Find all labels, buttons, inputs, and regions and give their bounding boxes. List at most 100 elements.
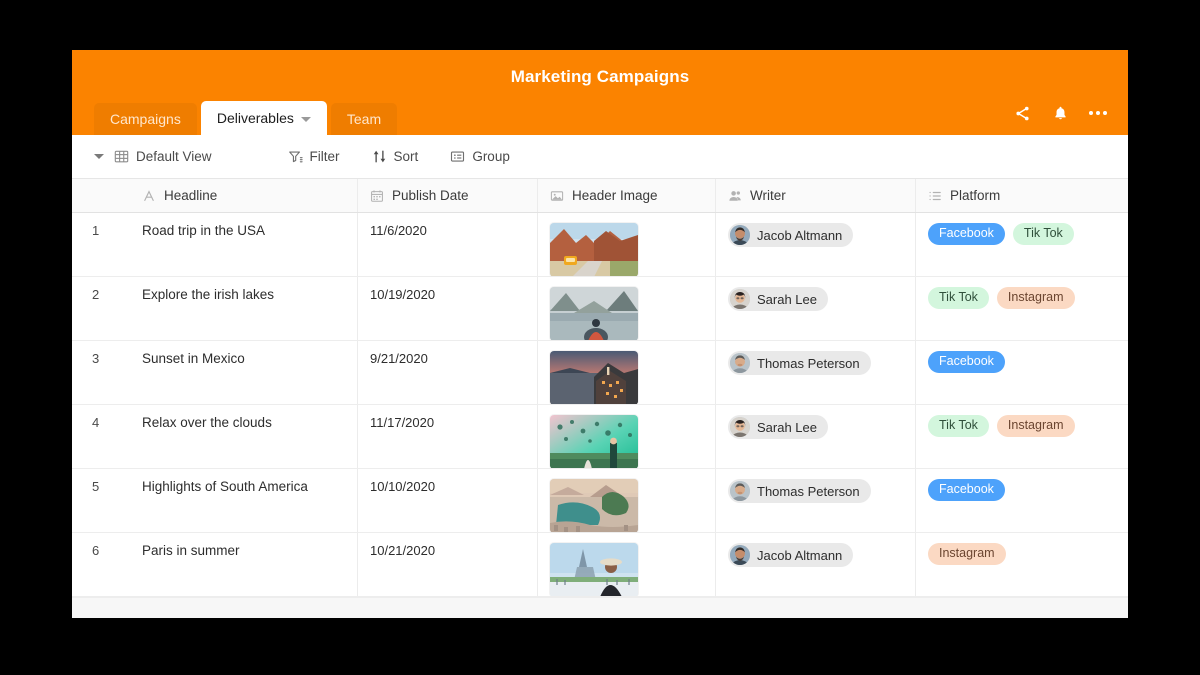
platform-tag-tiktok[interactable]: Tik Tok (928, 287, 989, 309)
platform-tag-instagram[interactable]: Instagram (996, 287, 1075, 309)
row-number-cell: 1 (72, 213, 130, 276)
headline-text: Paris in summer (142, 543, 240, 558)
row-number-cell: 5 (72, 469, 130, 532)
column-header-headline-label: Headline (164, 188, 218, 203)
avatar (730, 353, 750, 373)
header-image-cell[interactable] (538, 213, 716, 276)
header-image-cell[interactable] (538, 341, 716, 404)
group-button[interactable]: Group (444, 145, 516, 168)
row-number-cell: 4 (72, 405, 130, 468)
publish-date-text: 11/6/2020 (370, 223, 427, 238)
platform-tag-list: Tik Tok Instagram (928, 287, 1075, 309)
platform-cell[interactable]: Facebook (916, 341, 1128, 404)
writer-name: Thomas Peterson (757, 483, 860, 499)
publish-date-cell[interactable]: 10/21/2020 (358, 533, 538, 596)
column-header-platform[interactable]: Platform (916, 179, 1128, 212)
platform-tag-tiktok[interactable]: Tik Tok (928, 415, 989, 437)
avatar (730, 417, 750, 437)
column-header-header-image[interactable]: Header Image (538, 179, 716, 212)
table-row[interactable]: 3 Sunset in Mexico 9/21/2020 Thomas Peters… (72, 341, 1128, 405)
row-number: 1 (92, 223, 100, 238)
tab-deliverables[interactable]: Deliverables (200, 101, 327, 135)
column-header-writer-label: Writer (750, 188, 786, 203)
thumbnail-rio-bay-aerial[interactable] (550, 479, 638, 532)
headline-cell[interactable]: Sunset in Mexico (130, 341, 358, 404)
column-header-publish-date[interactable]: Publish Date (358, 179, 538, 212)
platform-tag-tiktok[interactable]: Tik Tok (1012, 223, 1074, 245)
publish-date-cell[interactable]: 11/17/2020 (358, 405, 538, 468)
header-image-cell[interactable] (538, 405, 716, 468)
writer-cell[interactable]: Sarah Lee (716, 405, 916, 468)
writer-cell[interactable]: Sarah Lee (716, 277, 916, 340)
platform-tag-list: Instagram (928, 543, 1006, 565)
headline-text: Sunset in Mexico (142, 351, 245, 366)
thumbnail-road-trip-canyon-van[interactable] (550, 223, 638, 276)
chevron-down-icon[interactable] (300, 116, 311, 122)
writer-chip[interactable]: Jacob Altmann (728, 543, 854, 567)
grid-footer (72, 597, 1128, 618)
column-header-headline[interactable]: Headline (130, 179, 358, 212)
view-selector[interactable]: Default View (88, 145, 218, 168)
platform-cell[interactable]: Facebook Tik Tok (916, 213, 1128, 276)
thumbnail-balloons-field-couple[interactable] (550, 415, 638, 468)
header-image-cell[interactable] (538, 533, 716, 596)
platform-cell[interactable]: Facebook (916, 469, 1128, 532)
platform-cell[interactable]: Tik Tok Instagram (916, 405, 1128, 468)
table-row[interactable]: 2 Explore the irish lakes 10/19/2020 Sarah… (72, 277, 1128, 341)
filter-button[interactable]: Filter (282, 145, 346, 168)
share-icon[interactable] (1012, 103, 1032, 123)
writer-cell[interactable]: Jacob Altmann (716, 533, 916, 596)
table-row[interactable]: 6 Paris in summer 10/21/2020 Jacob Altmann… (72, 533, 1128, 597)
column-header-writer[interactable]: Writer (716, 179, 916, 212)
platform-tag-facebook[interactable]: Facebook (928, 223, 1005, 245)
tab-team[interactable]: Team (330, 103, 398, 135)
publish-date-cell[interactable]: 10/10/2020 (358, 469, 538, 532)
platform-tag-instagram[interactable]: Instagram (928, 543, 1006, 565)
writer-chip[interactable]: Jacob Altmann (728, 223, 854, 247)
platform-cell[interactable]: Instagram (916, 533, 1128, 596)
headline-cell[interactable]: Paris in summer (130, 533, 358, 596)
notifications-icon[interactable] (1050, 103, 1070, 123)
thumbnail-lake-mountains-hiker[interactable] (550, 287, 638, 340)
writer-name: Sarah Lee (757, 419, 817, 435)
headline-cell[interactable]: Relax over the clouds (130, 405, 358, 468)
headline-cell[interactable]: Road trip in the USA (130, 213, 358, 276)
writer-chip[interactable]: Sarah Lee (728, 287, 828, 311)
group-icon (450, 149, 465, 164)
list-icon (928, 189, 942, 203)
writer-cell[interactable]: Jacob Altmann (716, 213, 916, 276)
sort-label: Sort (393, 149, 419, 164)
platform-tag-facebook[interactable]: Facebook (928, 351, 1005, 373)
platform-tag-facebook[interactable]: Facebook (928, 479, 1005, 501)
platform-tag-instagram[interactable]: Instagram (996, 415, 1075, 437)
thumbnail-eiffel-tower-woman[interactable] (550, 543, 638, 596)
view-toolbar: Default View Filter Sort Group (72, 135, 1128, 179)
tab-campaigns[interactable]: Campaigns (94, 103, 197, 135)
platform-cell[interactable]: Tik Tok Instagram (916, 277, 1128, 340)
writer-cell[interactable]: Thomas Peterson (716, 469, 916, 532)
table-row[interactable]: 5 Highlights of South America 10/10/2020 T… (72, 469, 1128, 533)
headline-text: Road trip in the USA (142, 223, 266, 238)
publish-date-cell[interactable]: 9/21/2020 (358, 341, 538, 404)
sort-button[interactable]: Sort (366, 145, 425, 168)
more-options-icon[interactable] (1088, 103, 1108, 123)
header-image-cell[interactable] (538, 469, 716, 532)
writer-chip[interactable]: Sarah Lee (728, 415, 828, 439)
headline-text: Relax over the clouds (142, 415, 272, 430)
writer-cell[interactable]: Thomas Peterson (716, 341, 916, 404)
publish-date-text: 10/21/2020 (370, 543, 436, 558)
writer-chip[interactable]: Thomas Peterson (728, 479, 871, 503)
grid-body: 1 Road trip in the USA 11/6/2020 Jacob Alt… (72, 213, 1128, 597)
tab-campaigns-label: Campaigns (110, 111, 181, 127)
table-row[interactable]: 1 Road trip in the USA 11/6/2020 Jacob Alt… (72, 213, 1128, 277)
thumbnail-coastal-sunset-village[interactable] (550, 351, 638, 404)
publish-date-cell[interactable]: 11/6/2020 (358, 213, 538, 276)
header-image-cell[interactable] (538, 277, 716, 340)
writer-chip[interactable]: Thomas Peterson (728, 351, 871, 375)
publish-date-cell[interactable]: 10/19/2020 (358, 277, 538, 340)
column-header-row-number (72, 179, 130, 212)
headline-cell[interactable]: Highlights of South America (130, 469, 358, 532)
avatar (730, 225, 750, 245)
headline-cell[interactable]: Explore the irish lakes (130, 277, 358, 340)
table-row[interactable]: 4 Relax over the clouds 11/17/2020 Sarah L… (72, 405, 1128, 469)
